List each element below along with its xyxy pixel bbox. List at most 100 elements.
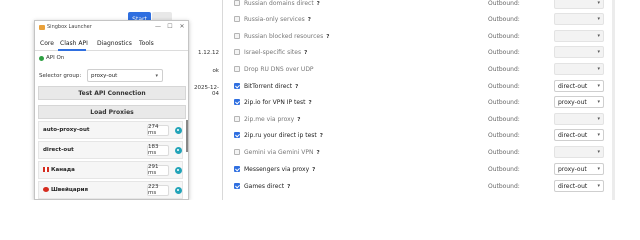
tab-tools[interactable]: Tools bbox=[139, 40, 154, 47]
maximize-icon[interactable]: ☐ bbox=[165, 23, 175, 30]
selector-group-label: Selector group: bbox=[39, 73, 82, 79]
rule-row: Israel-specific sites? Outbound: ▾ bbox=[232, 44, 612, 60]
close-icon[interactable]: ✕ bbox=[177, 23, 187, 30]
api-status-label: API On bbox=[46, 55, 65, 61]
rule-checkbox[interactable] bbox=[234, 66, 240, 72]
outbound-dropdown[interactable]: ▾ bbox=[554, 0, 604, 9]
chevron-down-icon: ▾ bbox=[597, 99, 600, 105]
load-proxies-button[interactable]: Load Proxies bbox=[38, 105, 186, 119]
status-value: ok bbox=[212, 68, 219, 74]
outbound-dropdown[interactable]: ▾ bbox=[554, 146, 604, 158]
rule-row: 2ip.me via proxy? Outbound: ▾ bbox=[232, 111, 612, 127]
tab-clash-api[interactable]: Clash API bbox=[60, 40, 88, 47]
proxy-row[interactable]: Канада 291 ms bbox=[38, 161, 183, 179]
outbound-dropdown[interactable]: ▾ bbox=[554, 113, 604, 125]
proxy-row[interactable]: auto-proxy-out 274 ms bbox=[38, 121, 183, 139]
help-icon[interactable]: ? bbox=[297, 117, 300, 123]
desktop: Start 1.12.12 ok 2025-12-04 Russian doma… bbox=[0, 0, 640, 200]
minimize-icon[interactable]: — bbox=[153, 23, 163, 30]
proxy-list-scrollbar[interactable] bbox=[186, 120, 188, 152]
proxy-delay: 274 ms bbox=[147, 124, 169, 136]
outbound-label: Outbound: bbox=[488, 65, 520, 73]
chevron-down-icon: ▾ bbox=[597, 116, 600, 122]
rule-row: 2ip.ru your direct ip test? Outbound: dire… bbox=[232, 127, 612, 143]
outbound-dropdown[interactable]: ▾ bbox=[554, 13, 604, 25]
help-icon[interactable]: ? bbox=[316, 150, 319, 156]
active-tab-indicator bbox=[58, 49, 86, 51]
chevron-down-icon: ▾ bbox=[597, 83, 600, 89]
outbound-dropdown[interactable]: direct-out ▾ bbox=[554, 129, 604, 141]
chevron-down-icon: ▾ bbox=[597, 149, 600, 155]
outbound-dropdown[interactable]: direct-out ▾ bbox=[554, 180, 604, 192]
help-icon[interactable]: ? bbox=[326, 34, 329, 40]
help-icon[interactable]: ? bbox=[295, 84, 298, 90]
rule-checkbox[interactable] bbox=[234, 99, 240, 105]
outbound-value: direct-out bbox=[558, 131, 588, 139]
outbound-dropdown[interactable]: proxy-out ▾ bbox=[554, 96, 604, 108]
outbound-label: Outbound: bbox=[488, 32, 520, 40]
tab-diagnostics[interactable]: Diagnostics bbox=[97, 40, 132, 47]
proxy-name-text: direct-out bbox=[43, 147, 74, 153]
proxy-row[interactable]: direct-out 183 ms bbox=[38, 141, 183, 159]
chevron-down-icon: ▾ bbox=[155, 72, 158, 79]
help-icon[interactable]: ? bbox=[320, 133, 323, 139]
rule-checkbox[interactable] bbox=[234, 116, 240, 122]
outbound-dropdown[interactable]: direct-out ▾ bbox=[554, 80, 604, 92]
ping-button-icon[interactable] bbox=[175, 146, 182, 154]
test-api-button[interactable]: Test API Connection bbox=[38, 86, 186, 100]
rule-label-text: Russian domains direct bbox=[244, 0, 314, 7]
outbound-dropdown[interactable]: ▾ bbox=[554, 30, 604, 42]
help-icon[interactable]: ? bbox=[317, 1, 320, 7]
selector-group-dropdown[interactable]: proxy-out ▾ bbox=[87, 69, 163, 82]
tab-bar: Core Clash API Diagnostics Tools bbox=[35, 36, 188, 51]
help-icon[interactable]: ? bbox=[312, 167, 315, 173]
selector-group-value: proxy-out bbox=[91, 72, 118, 79]
rule-checkbox[interactable] bbox=[234, 49, 240, 55]
rule-label-text: Messengers via proxy bbox=[244, 165, 310, 173]
status-dot-icon bbox=[39, 55, 44, 61]
proxy-name-text: Канада bbox=[51, 167, 75, 173]
proxy-name: Канада bbox=[43, 167, 75, 173]
help-icon[interactable]: ? bbox=[308, 17, 311, 23]
date-value: 2025-12-04 bbox=[194, 85, 219, 97]
outbound-dropdown[interactable]: proxy-out ▾ bbox=[554, 163, 604, 175]
outbound-label: Outbound: bbox=[488, 115, 520, 123]
outbound-label: Outbound: bbox=[488, 82, 520, 90]
chevron-down-icon: ▾ bbox=[597, 33, 600, 39]
rules-scrollbar[interactable] bbox=[612, 0, 615, 200]
proxy-name: auto-proxy-out bbox=[43, 127, 89, 133]
help-icon[interactable]: ? bbox=[304, 50, 307, 56]
rule-label: Messengers via proxy? bbox=[244, 166, 315, 173]
ping-button-icon[interactable] bbox=[175, 126, 182, 134]
outbound-label: Outbound: bbox=[488, 182, 520, 190]
rule-label-text: Gemini via Gemini VPN bbox=[244, 148, 314, 156]
outbound-label: Outbound: bbox=[488, 165, 520, 173]
proxy-name-text: auto-proxy-out bbox=[43, 127, 90, 133]
help-icon[interactable]: ? bbox=[287, 184, 290, 190]
rule-checkbox[interactable] bbox=[234, 83, 240, 89]
help-icon[interactable]: ? bbox=[309, 100, 312, 106]
proxy-name: Швейцария bbox=[43, 187, 88, 193]
outbound-value: direct-out bbox=[558, 182, 588, 190]
rule-checkbox[interactable] bbox=[234, 132, 240, 138]
api-status: API On bbox=[39, 55, 64, 61]
outbound-label: Outbound: bbox=[488, 131, 520, 139]
rule-checkbox[interactable] bbox=[234, 0, 240, 6]
rule-checkbox[interactable] bbox=[234, 183, 240, 189]
rule-label-text: 2ip.me via proxy bbox=[244, 115, 295, 123]
ping-button-icon[interactable] bbox=[175, 166, 182, 174]
tab-core[interactable]: Core bbox=[40, 40, 54, 47]
outbound-dropdown[interactable]: ▾ bbox=[554, 46, 604, 58]
window-title: Singbox Launcher bbox=[47, 24, 92, 30]
rule-checkbox[interactable] bbox=[234, 33, 240, 39]
ping-button-icon[interactable] bbox=[175, 186, 182, 194]
title-bar[interactable]: Singbox Launcher — ☐ ✕ bbox=[35, 21, 188, 34]
rule-checkbox[interactable] bbox=[234, 149, 240, 155]
chevron-down-icon: ▾ bbox=[597, 0, 600, 6]
rule-label-text: Games direct bbox=[244, 182, 285, 190]
rule-checkbox[interactable] bbox=[234, 166, 240, 172]
rule-checkbox[interactable] bbox=[234, 16, 240, 22]
outbound-dropdown[interactable]: ▾ bbox=[554, 63, 604, 75]
chevron-down-icon: ▾ bbox=[597, 166, 600, 172]
proxy-row[interactable]: Швейцария 223 ms bbox=[38, 181, 183, 199]
